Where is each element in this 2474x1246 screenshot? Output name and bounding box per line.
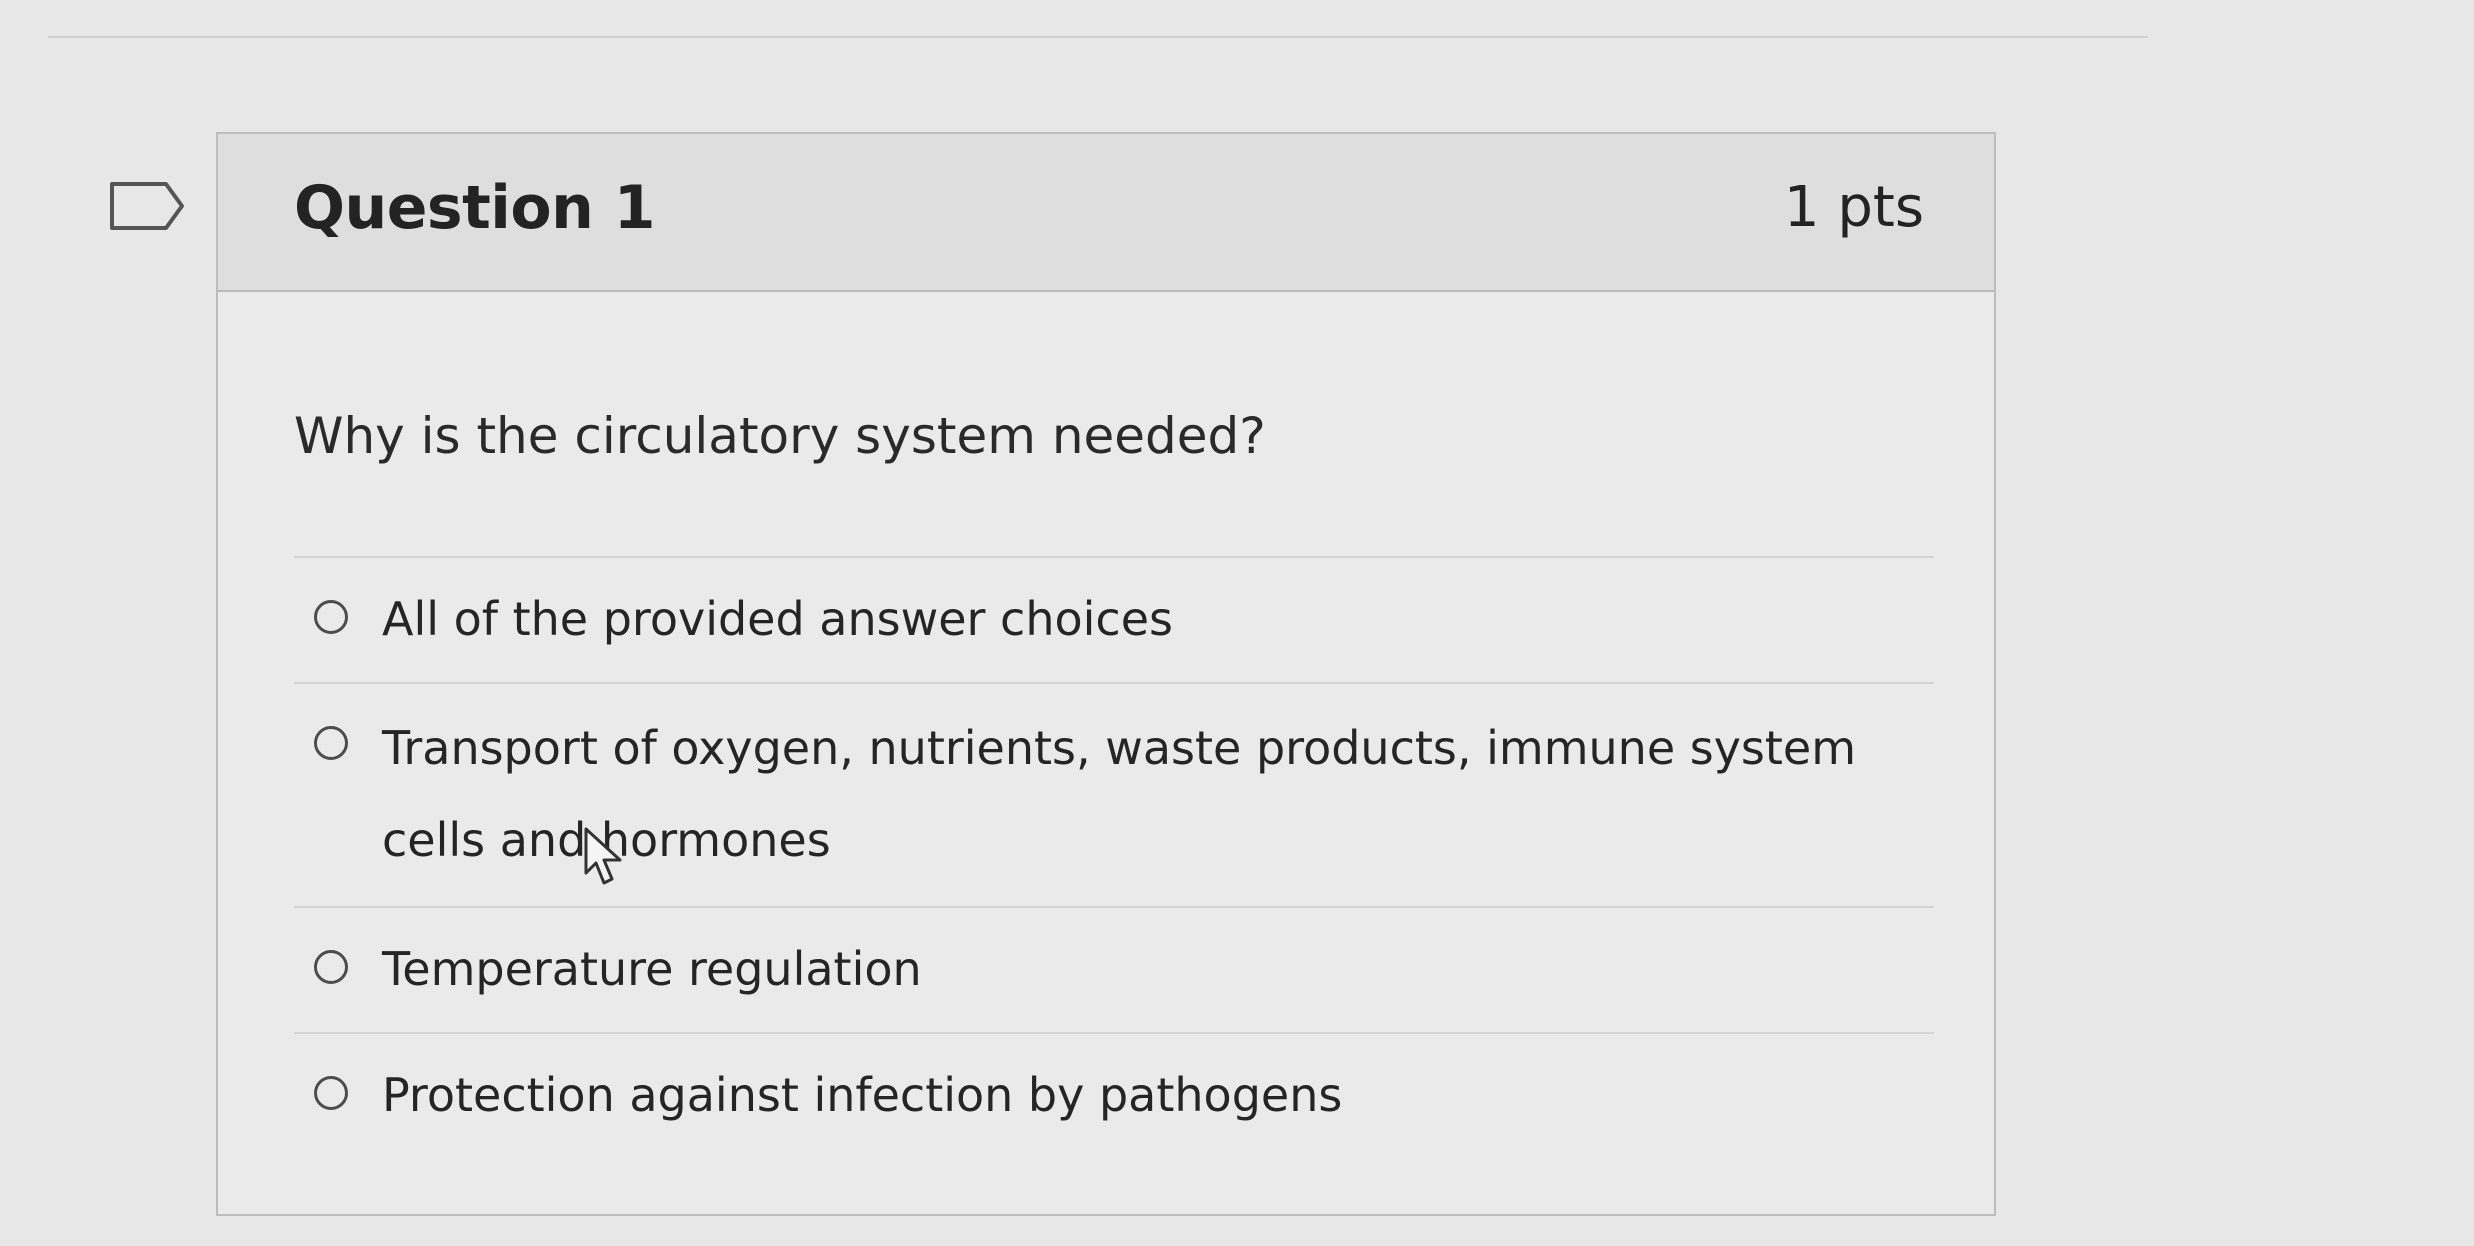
- question-title: Question 1: [294, 173, 655, 243]
- radio-button-icon[interactable]: [314, 950, 348, 984]
- flag-question-icon[interactable]: [108, 180, 188, 232]
- answer-option-2[interactable]: Transport of oxygen, nutrients, waste pr…: [294, 684, 1934, 908]
- top-divider: [48, 36, 2148, 38]
- answer-option-3[interactable]: Temperature regulation: [294, 908, 1934, 1034]
- question-points: 1 pts: [1783, 175, 1924, 240]
- radio-button-icon[interactable]: [314, 1076, 348, 1110]
- question-header: Question 1 1 pts: [218, 134, 1994, 292]
- question-prompt: Why is the circulatory system needed?: [294, 407, 1266, 465]
- answer-list: All of the provided answer choices Trans…: [294, 556, 1934, 1158]
- answer-option-4[interactable]: Protection against infection by pathogen…: [294, 1034, 1934, 1158]
- answer-label: Temperature regulation: [382, 942, 922, 996]
- mouse-pointer-icon: [580, 825, 630, 889]
- answer-label: All of the provided answer choices: [382, 592, 1173, 646]
- radio-button-icon[interactable]: [314, 726, 348, 760]
- radio-button-icon[interactable]: [314, 600, 348, 634]
- answer-label: Protection against infection by pathogen…: [382, 1068, 1343, 1122]
- question-card: Question 1 1 pts Why is the circulatory …: [216, 132, 1996, 1216]
- answer-option-1[interactable]: All of the provided answer choices: [294, 558, 1934, 684]
